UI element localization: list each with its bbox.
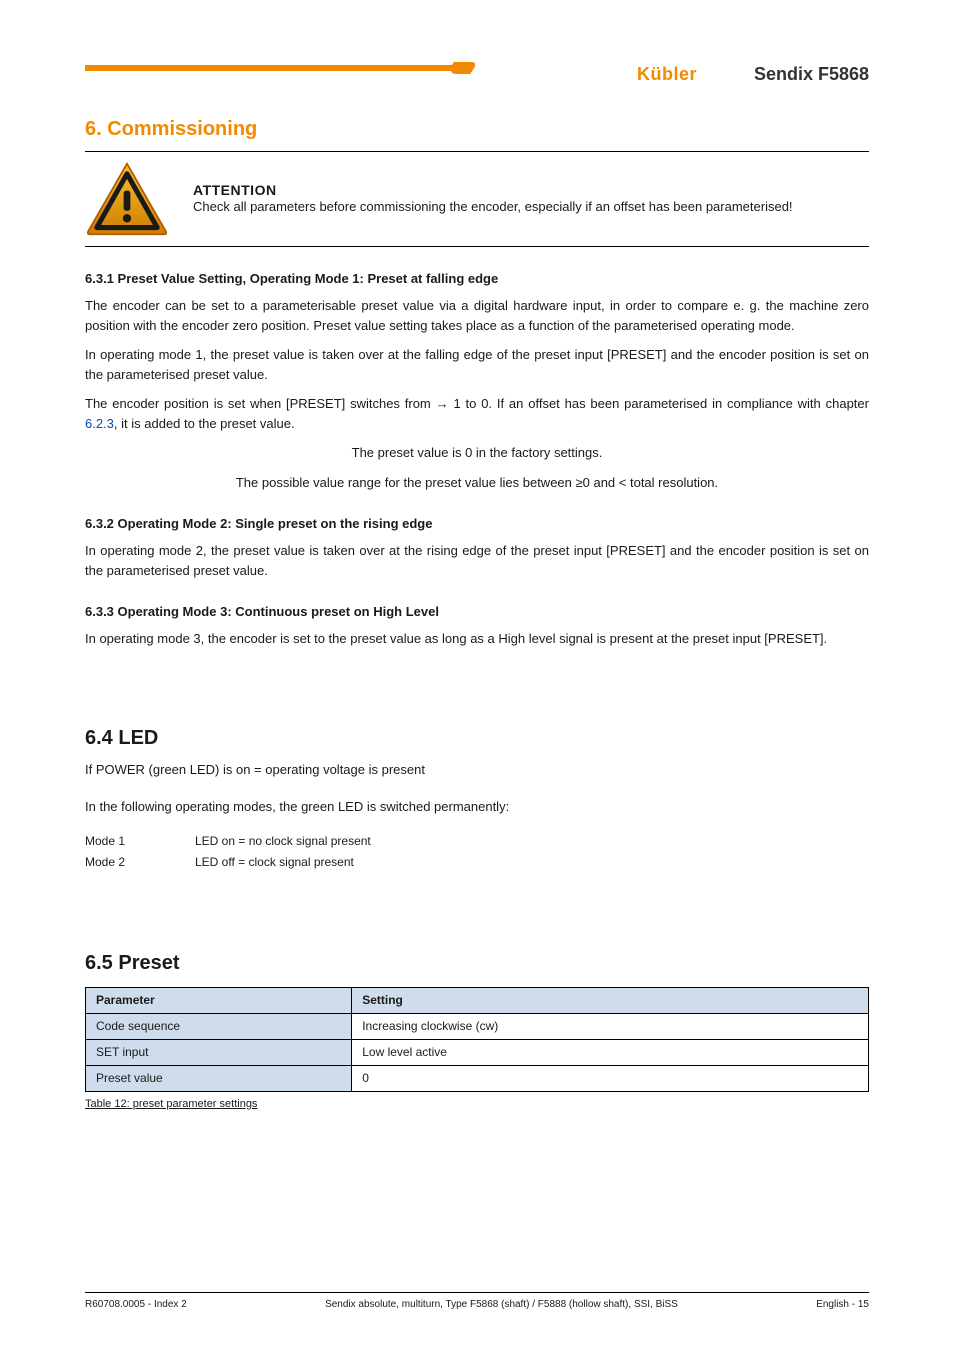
chapter-title: 6. Commissioning — [85, 118, 869, 141]
product-name: Sendix F5868 — [754, 64, 869, 85]
mode-value: LED off = clock signal present — [195, 852, 869, 874]
table-row: Code sequence Increasing clockwise (cw) — [86, 1013, 869, 1039]
table-head-row: Parameter Setting — [86, 987, 869, 1013]
brand-name: Kübler — [637, 64, 697, 85]
table-caption-label: Table 12 — [85, 1098, 127, 1110]
section-6-3-2-p1: In operating mode 2, the preset value is… — [85, 541, 869, 580]
warning-body: Check all parameters before commissionin… — [193, 198, 869, 216]
footer-rule — [85, 1292, 869, 1293]
cell-set: Increasing clockwise (cw) — [352, 1013, 869, 1039]
list-item: Mode 2 LED off = clock signal present — [85, 852, 869, 874]
section-6-4-p1: If POWER (green LED) is on = operating v… — [85, 760, 869, 780]
section-6-4-p2: In the following operating modes, the gr… — [85, 797, 869, 817]
warning-icon — [85, 162, 169, 236]
section-6-3-1-p2: In operating mode 1, the preset value is… — [85, 345, 869, 384]
footer-left: R60708.0005 - Index 2 — [85, 1299, 187, 1310]
list-item: Mode 1 LED on = no clock signal present — [85, 831, 869, 853]
mode-list: Mode 1 LED on = no clock signal present … — [85, 831, 869, 874]
page-footer: R60708.0005 - Index 2 Sendix absolute, m… — [85, 1292, 869, 1310]
section-6-4-heading: 6.4 LED — [85, 727, 869, 750]
mode-value: LED on = no clock signal present — [195, 831, 869, 853]
warning-level: ATTENTION — [193, 182, 869, 198]
section-6-3-3-heading: 6.3.3 Operating Mode 3: Continuous prese… — [85, 604, 869, 619]
table-row: SET input Low level active — [86, 1039, 869, 1065]
col-setting: Setting — [352, 987, 869, 1013]
rule-after-warning — [85, 246, 869, 247]
section-6-3-1-p3: The encoder position is set when [PRESET… — [85, 394, 869, 433]
rule-top — [85, 151, 869, 152]
section-6-3-1-p5: The possible value range for the preset … — [85, 473, 869, 493]
cell-set: Low level active — [352, 1039, 869, 1065]
cell-param: SET input — [86, 1039, 352, 1065]
table-caption-text: : preset parameter settings — [127, 1098, 258, 1110]
section-6-3-1-p1: The encoder can be set to a parameterisa… — [85, 296, 869, 335]
cell-set: 0 — [352, 1065, 869, 1091]
cell-param: Code sequence — [86, 1013, 352, 1039]
xref-6-2-3[interactable]: 6.2.3 — [85, 416, 114, 431]
header-bar: Kübler Sendix F5868 — [85, 60, 869, 104]
cell-param: Preset value — [86, 1065, 352, 1091]
warning-text: ATTENTION Check all parameters before co… — [193, 182, 869, 216]
section-6-3-1-p4: The preset value is 0 in the factory set… — [85, 443, 869, 463]
table-caption: Table 12: preset parameter settings — [85, 1098, 869, 1110]
footer-center: Sendix absolute, multiturn, Type F5868 (… — [325, 1299, 678, 1310]
page: Kübler Sendix F5868 6. Commissioning ATT… — [0, 0, 954, 1350]
p3-part-a: The encoder position is set when [PRESET… — [85, 396, 431, 411]
section-6-3-3-p1: In operating mode 3, the encoder is set … — [85, 629, 869, 649]
warning-block: ATTENTION Check all parameters before co… — [85, 162, 869, 236]
mode-label: Mode 2 — [85, 852, 195, 874]
col-parameter: Parameter — [86, 987, 352, 1013]
preset-table: Parameter Setting Code sequence Increasi… — [85, 987, 869, 1092]
section-6-3-2-heading: 6.3.2 Operating Mode 2: Single preset on… — [85, 516, 869, 531]
section-6-3-1-heading: 6.3.1 Preset Value Setting, Operating Mo… — [85, 271, 869, 286]
section-6-5-heading: 6.5 Preset — [85, 952, 869, 975]
arrow-right-icon: → — [436, 396, 449, 411]
p3-part-b: 1 to 0. If an offset has been parameteri… — [453, 396, 869, 411]
p3-part-c: , it is added to the preset value. — [114, 416, 295, 431]
mode-label: Mode 1 — [85, 831, 195, 853]
footer-right: English - 15 — [816, 1299, 869, 1310]
table-row: Preset value 0 — [86, 1065, 869, 1091]
